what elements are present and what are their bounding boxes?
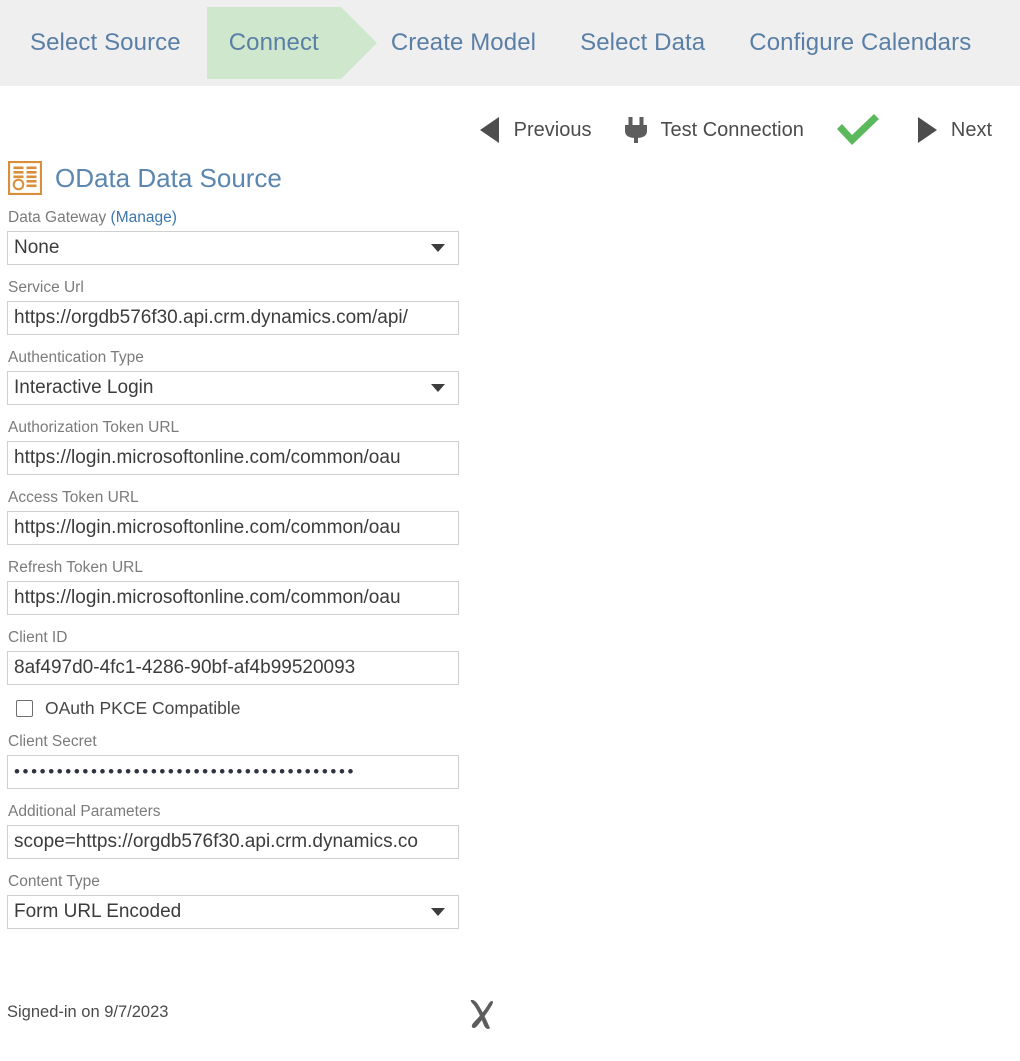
oauth-pkce-checkbox[interactable]	[16, 700, 33, 717]
oauth-pkce-checkbox-row[interactable]: OAuth PKCE Compatible	[16, 698, 459, 719]
content-type-select[interactable]: Form URL Encoded	[7, 895, 459, 929]
chevron-right-icon	[912, 114, 942, 146]
content-type-value: Form URL Encoded	[14, 900, 182, 922]
data-gateway-value: None	[14, 236, 60, 258]
next-button[interactable]: Next	[908, 108, 996, 152]
wizard-step-configure-calendars[interactable]: Configure Calendars	[727, 7, 993, 79]
access-token-url-label: Access Token URL	[8, 489, 139, 506]
client-id-input[interactable]: 8af497d0-4fc1-4286-90bf-af4b99520093	[7, 651, 459, 685]
odata-connection-panel: OData Data Source Data Gateway (Manage) …	[0, 86, 470, 929]
additional-parameters-input[interactable]: scope=https://orgdb576f30.api.crm.dynami…	[7, 825, 459, 859]
previous-button-label: Previous	[513, 118, 592, 141]
data-gateway-label-text: Data Gateway	[8, 209, 107, 226]
data-gateway-manage-link[interactable]: (Manage)	[111, 209, 177, 226]
chevron-down-icon	[431, 908, 445, 916]
authentication-type-select[interactable]: Interactive Login	[7, 371, 459, 405]
refresh-token-url-input[interactable]: https://login.microsoftonline.com/common…	[7, 581, 459, 615]
client-id-label: Client ID	[8, 629, 68, 646]
test-connection-button[interactable]: Test Connection	[617, 108, 807, 152]
x-signout-icon[interactable]	[458, 989, 506, 1037]
refresh-token-url-label: Refresh Token URL	[8, 559, 143, 576]
authorization-token-url-label: Authorization Token URL	[8, 419, 180, 436]
wizard-step-label: Create Model	[390, 29, 537, 56]
authentication-type-value: Interactive Login	[14, 376, 154, 398]
previous-button[interactable]: Previous	[471, 108, 596, 152]
plug-icon	[621, 115, 651, 145]
wizard-step-create-model[interactable]: Create Model	[341, 7, 558, 79]
data-gateway-select[interactable]: None	[7, 231, 459, 265]
additional-parameters-label: Additional Parameters	[8, 803, 161, 820]
access-token-url-input[interactable]: https://login.microsoftonline.com/common…	[7, 511, 459, 545]
next-button-label: Next	[950, 118, 992, 141]
authentication-type-label: Authentication Type	[8, 349, 144, 366]
data-gateway-label: Data Gateway (Manage)	[8, 209, 459, 227]
green-checkmark-icon	[834, 113, 882, 147]
oauth-pkce-label: OAuth PKCE Compatible	[45, 698, 241, 718]
page-title: OData Data Source	[55, 162, 282, 193]
wizard-step-label: Select Data	[580, 29, 706, 56]
connection-status-indicator	[830, 108, 886, 152]
wizard-step-label: Select Source	[30, 29, 181, 56]
form-fields: Data Gateway (Manage) None Service Url h…	[7, 209, 459, 929]
wizard-step-label: Connect	[228, 29, 319, 56]
content-type-label: Content Type	[8, 873, 100, 890]
datasource-header: OData Data Source	[8, 161, 470, 195]
wizard-step-connect[interactable]: Connect	[206, 7, 377, 79]
wizard-step-bar: Select Source Connect Create Model Selec…	[0, 0, 1020, 86]
chevron-down-icon	[431, 244, 445, 252]
client-secret-label: Client Secret	[8, 733, 97, 750]
wizard-toolbar: Previous Test Connection Next	[471, 106, 996, 154]
signed-in-status: Signed-in on 9/7/2023	[7, 1003, 169, 1021]
wizard-step-select-source[interactable]: Select Source	[0, 7, 203, 79]
odata-grid-icon	[8, 161, 42, 195]
authorization-token-url-input[interactable]: https://login.microsoftonline.com/common…	[7, 441, 459, 475]
panel-footer: Signed-in on 9/7/2023	[0, 995, 1020, 1061]
wizard-step-label: Configure Calendars	[749, 29, 972, 56]
chevron-left-icon	[475, 114, 505, 146]
service-url-label: Service Url	[8, 279, 84, 296]
wizard-step-select-data[interactable]: Select Data	[558, 7, 727, 79]
service-url-input[interactable]: https://orgdb576f30.api.crm.dynamics.com…	[7, 301, 459, 335]
client-secret-input[interactable]: ••••••••••••••••••••••••••••••••••••••••	[7, 755, 459, 789]
client-secret-value: ••••••••••••••••••••••••••••••••••••••••	[14, 762, 357, 781]
test-connection-button-label: Test Connection	[660, 118, 804, 141]
chevron-down-icon	[431, 384, 445, 392]
